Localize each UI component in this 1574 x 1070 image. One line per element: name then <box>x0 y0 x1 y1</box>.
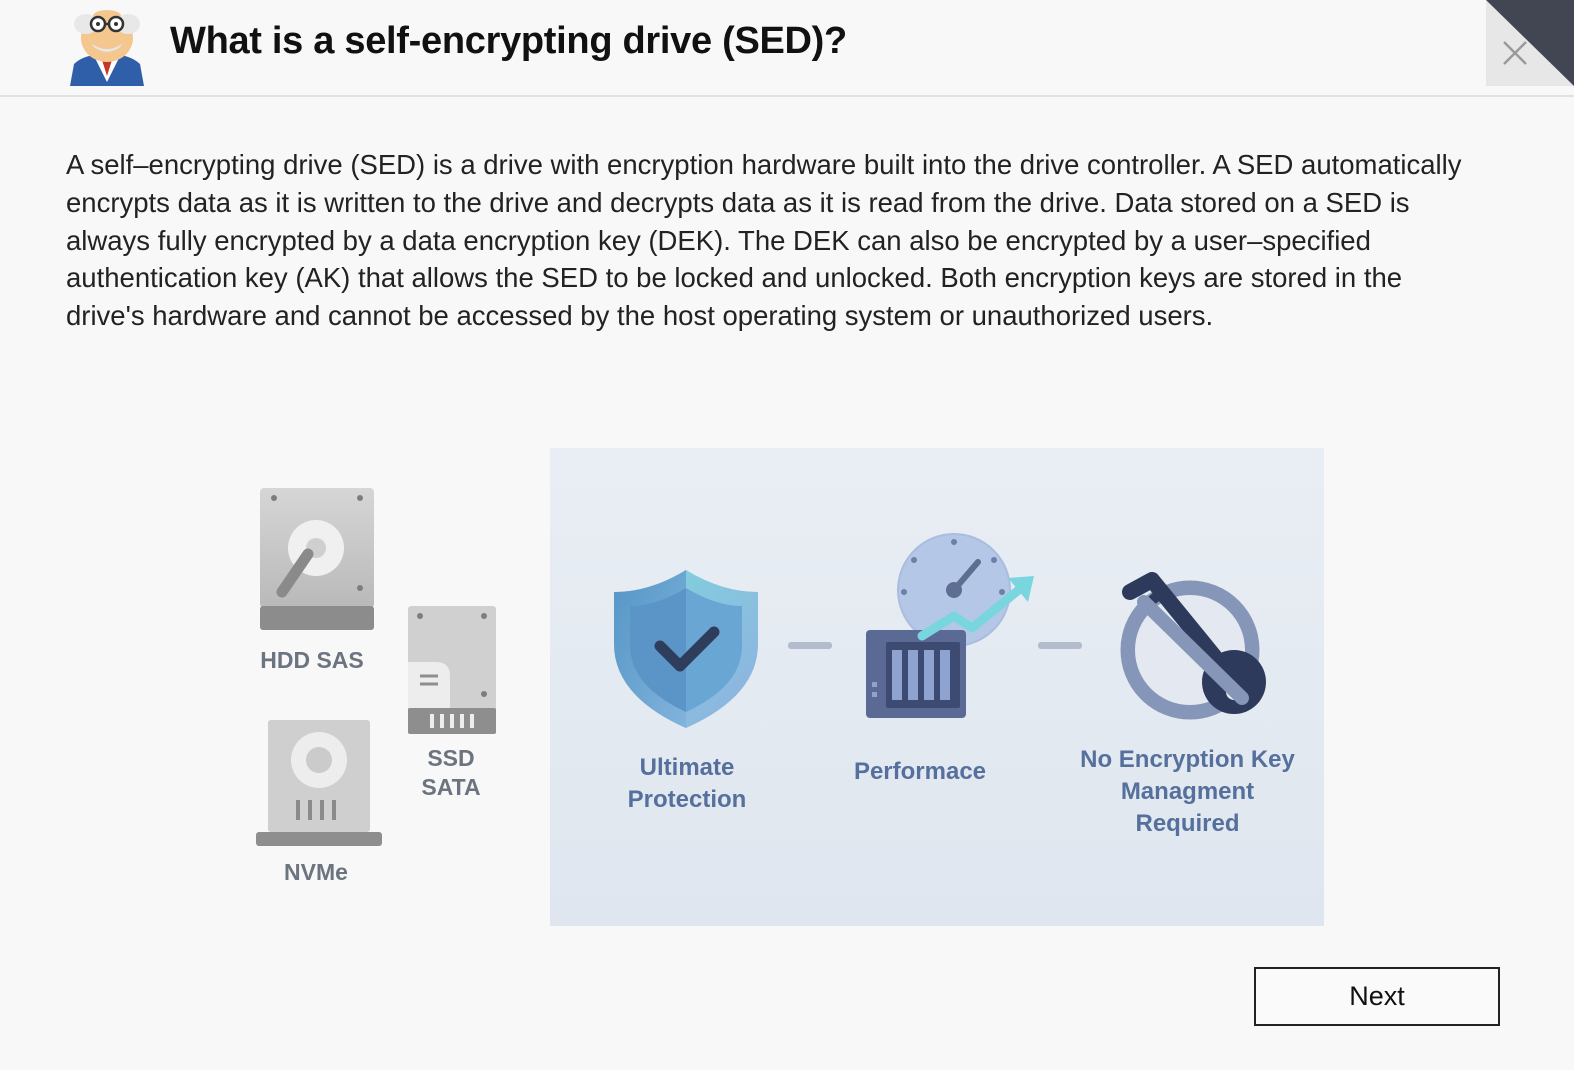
professor-mascot-icon <box>70 10 144 86</box>
performance-nas-icon <box>866 533 1034 718</box>
protection-label-line2: Protection <box>627 786 747 813</box>
ssd-label-line1: SSD <box>427 745 475 771</box>
ssd-drive-icon <box>408 606 496 734</box>
benefits-panel: Ultimate Protection Performace No Encryp… <box>550 448 1324 926</box>
shield-check-icon <box>614 570 758 728</box>
hdd-sas-label: HDD SAS <box>260 647 364 673</box>
ssd-sata-label: SSD SATA <box>402 744 500 802</box>
next-button[interactable]: Next <box>1254 967 1500 1026</box>
protection-label: Ultimate Protection <box>602 752 772 816</box>
protection-label-line1: Ultimate <box>639 754 735 781</box>
nvme-label: NVMe <box>284 859 348 885</box>
dialog-header: What is a self-encrypting drive (SED)? <box>0 0 1574 97</box>
ssd-label-line2: SATA <box>421 774 481 800</box>
key-label-line1: No Encryption Key <box>1080 746 1295 773</box>
connector-dash-icon <box>788 642 832 649</box>
no-key-management-label: No Encryption Key Managment Required <box>1080 744 1295 840</box>
performance-label: Performace <box>853 758 987 785</box>
nvme-drive-icon <box>256 720 382 846</box>
page-title: What is a self-encrypting drive (SED)? <box>170 20 847 62</box>
no-key-icon <box>1120 572 1266 720</box>
close-icon[interactable] <box>1500 38 1530 68</box>
description-text: A self–encrypting drive (SED) is a drive… <box>66 149 1462 332</box>
connector-dash-icon-2 <box>1038 642 1082 649</box>
key-label-line3: Required <box>1135 810 1240 837</box>
close-button[interactable] <box>1486 0 1574 86</box>
key-label-line2: Managment <box>1120 778 1255 805</box>
sed-illustration: HDD SAS SSD SATA NVMe Ultimate Protectio… <box>252 448 1324 928</box>
hdd-drive-icon <box>260 488 374 630</box>
